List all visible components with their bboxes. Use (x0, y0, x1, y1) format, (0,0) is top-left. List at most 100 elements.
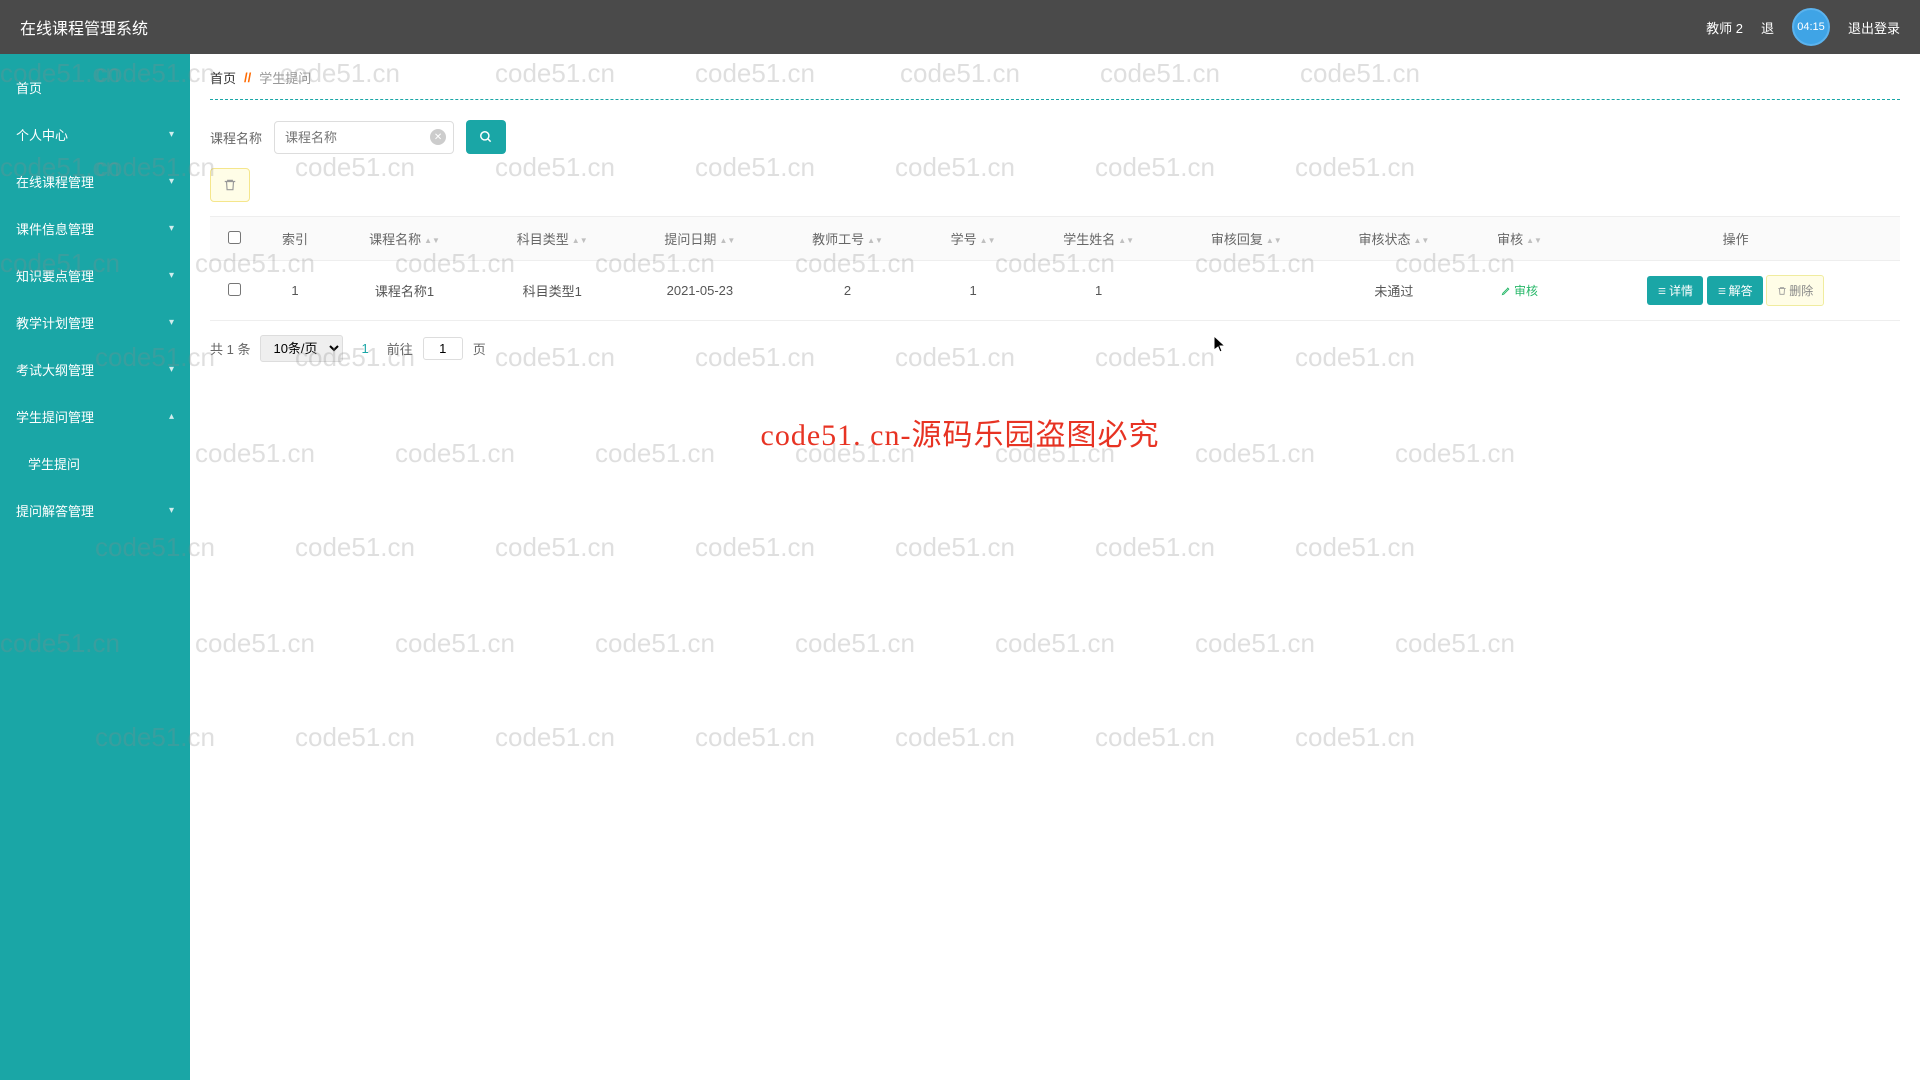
answer-button[interactable]: 解答 (1707, 276, 1763, 305)
sidebar-item-home[interactable]: 首页 (0, 64, 190, 111)
sort-icon: ▲▼ (867, 239, 883, 243)
cell-actions: 详情 解答 删除 (1571, 261, 1900, 321)
sidebar-item-label: 在线课程管理 (16, 172, 94, 191)
app-header: 在线课程管理系统 教师 2 退 04:15 退出登录 (0, 0, 1920, 54)
chevron-down-icon: ▾ (169, 129, 174, 140)
sidebar-item-courseware[interactable]: 课件信息管理▾ (0, 205, 190, 252)
data-table: 索引 课程名称▲▼ 科目类型▲▼ 提问日期▲▼ 教师工号▲▼ 学号▲▼ 学生姓名… (210, 216, 1900, 321)
app-title: 在线课程管理系统 (20, 15, 1706, 39)
edit-icon (1501, 285, 1512, 296)
table-header-row: 索引 课程名称▲▼ 科目类型▲▼ 提问日期▲▼ 教师工号▲▼ 学号▲▼ 学生姓名… (210, 217, 1900, 261)
col-index[interactable]: 索引 (259, 217, 330, 261)
sidebar-item-student-question-sub[interactable]: 学生提问 (0, 440, 190, 487)
select-all-checkbox[interactable] (228, 231, 241, 244)
cell-review-reply (1172, 261, 1320, 321)
sidebar-item-label: 提问解答管理 (16, 501, 94, 520)
sort-icon: ▲▼ (980, 239, 996, 243)
cell-index: 1 (259, 261, 330, 321)
header-right: 教师 2 退 04:15 退出登录 (1706, 8, 1900, 46)
search-icon (479, 130, 493, 144)
chevron-down-icon: ▾ (169, 505, 174, 516)
sidebar-item-student-question[interactable]: 学生提问管理 ▴ (0, 393, 190, 440)
col-student-name[interactable]: 学生姓名▲▼ (1025, 217, 1173, 261)
sidebar-item-label: 教学计划管理 (16, 313, 94, 332)
chevron-down-icon: ▾ (169, 364, 174, 375)
table-row: 1 课程名称1 科目类型1 2021-05-23 2 1 1 未通过 审核 (210, 261, 1900, 321)
col-review-reply[interactable]: 审核回复▲▼ (1172, 217, 1320, 261)
sidebar-item-knowledge[interactable]: 知识要点管理 ▾ (0, 252, 190, 299)
chevron-down-icon: ▾ (169, 176, 174, 187)
pager-current[interactable]: 1 (353, 339, 376, 358)
cell-subject: 科目类型1 (478, 261, 626, 321)
sort-icon: ▲▼ (719, 239, 735, 243)
cell-student-no: 1 (921, 261, 1024, 321)
sidebar-item-exam-outline[interactable]: 考试大纲管理 ▾ (0, 346, 190, 393)
delete-button[interactable]: 删除 (1766, 275, 1824, 306)
pager-size-select[interactable]: 10条/页 (260, 335, 343, 362)
cell-date: 2021-05-23 (626, 261, 774, 321)
col-review-status[interactable]: 审核状态▲▼ (1320, 217, 1468, 261)
user-name[interactable]: 教师 2 (1706, 18, 1743, 37)
sidebar-item-label: 学生提问 (28, 454, 80, 473)
sidebar: 首页 个人中心 ▾ 在线课程管理 ▾ 课件信息管理▾ 知识要点管理 ▾ 教学计划管理 ▾… (0, 54, 190, 1080)
course-name-input[interactable] (274, 121, 454, 154)
sort-icon: ▲▼ (1118, 239, 1134, 243)
trash-icon (223, 178, 237, 192)
pager-goto-input[interactable] (423, 337, 463, 360)
sidebar-item-teach-plan[interactable]: 教学计划管理 ▾ (0, 299, 190, 346)
delete-batch-button[interactable] (210, 168, 250, 202)
breadcrumb-home[interactable]: 首页 (210, 68, 236, 87)
sidebar-item-profile[interactable]: 个人中心 ▾ (0, 111, 190, 158)
col-date[interactable]: 提问日期▲▼ (626, 217, 774, 261)
col-checkbox (210, 217, 259, 261)
col-teacher-no[interactable]: 教师工号▲▼ (774, 217, 922, 261)
cursor-icon (1214, 336, 1228, 354)
detail-button[interactable]: 详情 (1647, 276, 1703, 305)
clear-icon[interactable]: ✕ (430, 129, 446, 145)
cell-teacher-no: 2 (774, 261, 922, 321)
trash-icon (1777, 286, 1787, 296)
chevron-down-icon: ▾ (169, 317, 174, 328)
chevron-down-icon: ▾ (169, 223, 174, 234)
sidebar-item-online-course[interactable]: 在线课程管理 ▾ (0, 158, 190, 205)
sidebar-item-label: 首页 (16, 78, 42, 97)
sort-icon: ▲▼ (424, 239, 440, 243)
breadcrumb-current: 学生提问 (259, 68, 311, 87)
col-course[interactable]: 课程名称▲▼ (331, 217, 479, 261)
search-row: 课程名称 ✕ (210, 120, 1900, 154)
sidebar-item-label: 考试大纲管理 (16, 360, 94, 379)
pagination: 共 1 条 10条/页 1 前往 页 (210, 335, 1900, 362)
pager-goto-prefix: 前往 (387, 339, 413, 358)
back-link-partial[interactable]: 退 (1761, 18, 1774, 37)
list-icon (1657, 286, 1667, 296)
pager-goto-suffix: 页 (473, 339, 486, 358)
sidebar-item-question-answer[interactable]: 提问解答管理 ▾ (0, 487, 190, 534)
breadcrumb-separator: // (244, 70, 251, 85)
sidebar-item-label: 学生提问管理 (16, 407, 94, 426)
col-review[interactable]: 审核▲▼ (1468, 217, 1571, 261)
sort-icon: ▲▼ (1414, 239, 1430, 243)
avatar[interactable]: 04:15 (1792, 8, 1830, 46)
col-actions: 操作 (1571, 217, 1900, 261)
chevron-up-icon: ▴ (169, 411, 174, 422)
search-label: 课程名称 (210, 128, 262, 147)
sort-icon: ▲▼ (1266, 239, 1282, 243)
cell-student-name: 1 (1025, 261, 1173, 321)
main-content: 首页 // 学生提问 课程名称 ✕ 索引 课程名称▲▼ 科目类型 (190, 54, 1920, 1080)
search-button[interactable] (466, 120, 506, 154)
row-checkbox[interactable] (228, 283, 241, 296)
logout-link[interactable]: 退出登录 (1848, 18, 1900, 37)
col-subject[interactable]: 科目类型▲▼ (478, 217, 626, 261)
chevron-down-icon: ▾ (169, 270, 174, 281)
sidebar-item-label: 个人中心 (16, 125, 68, 144)
sort-icon: ▲▼ (572, 239, 588, 243)
sidebar-item-label: 知识要点管理 (16, 266, 94, 285)
breadcrumb: 首页 // 学生提问 (210, 68, 1900, 100)
review-link[interactable]: 审核 (1501, 282, 1538, 299)
cell-review-status: 未通过 (1320, 261, 1468, 321)
col-student-no[interactable]: 学号▲▼ (921, 217, 1024, 261)
sort-icon: ▲▼ (1526, 239, 1542, 243)
list-icon (1717, 286, 1727, 296)
center-watermark: code51. cn-源码乐园盗图必究 (761, 410, 1160, 454)
cell-review: 审核 (1468, 261, 1571, 321)
